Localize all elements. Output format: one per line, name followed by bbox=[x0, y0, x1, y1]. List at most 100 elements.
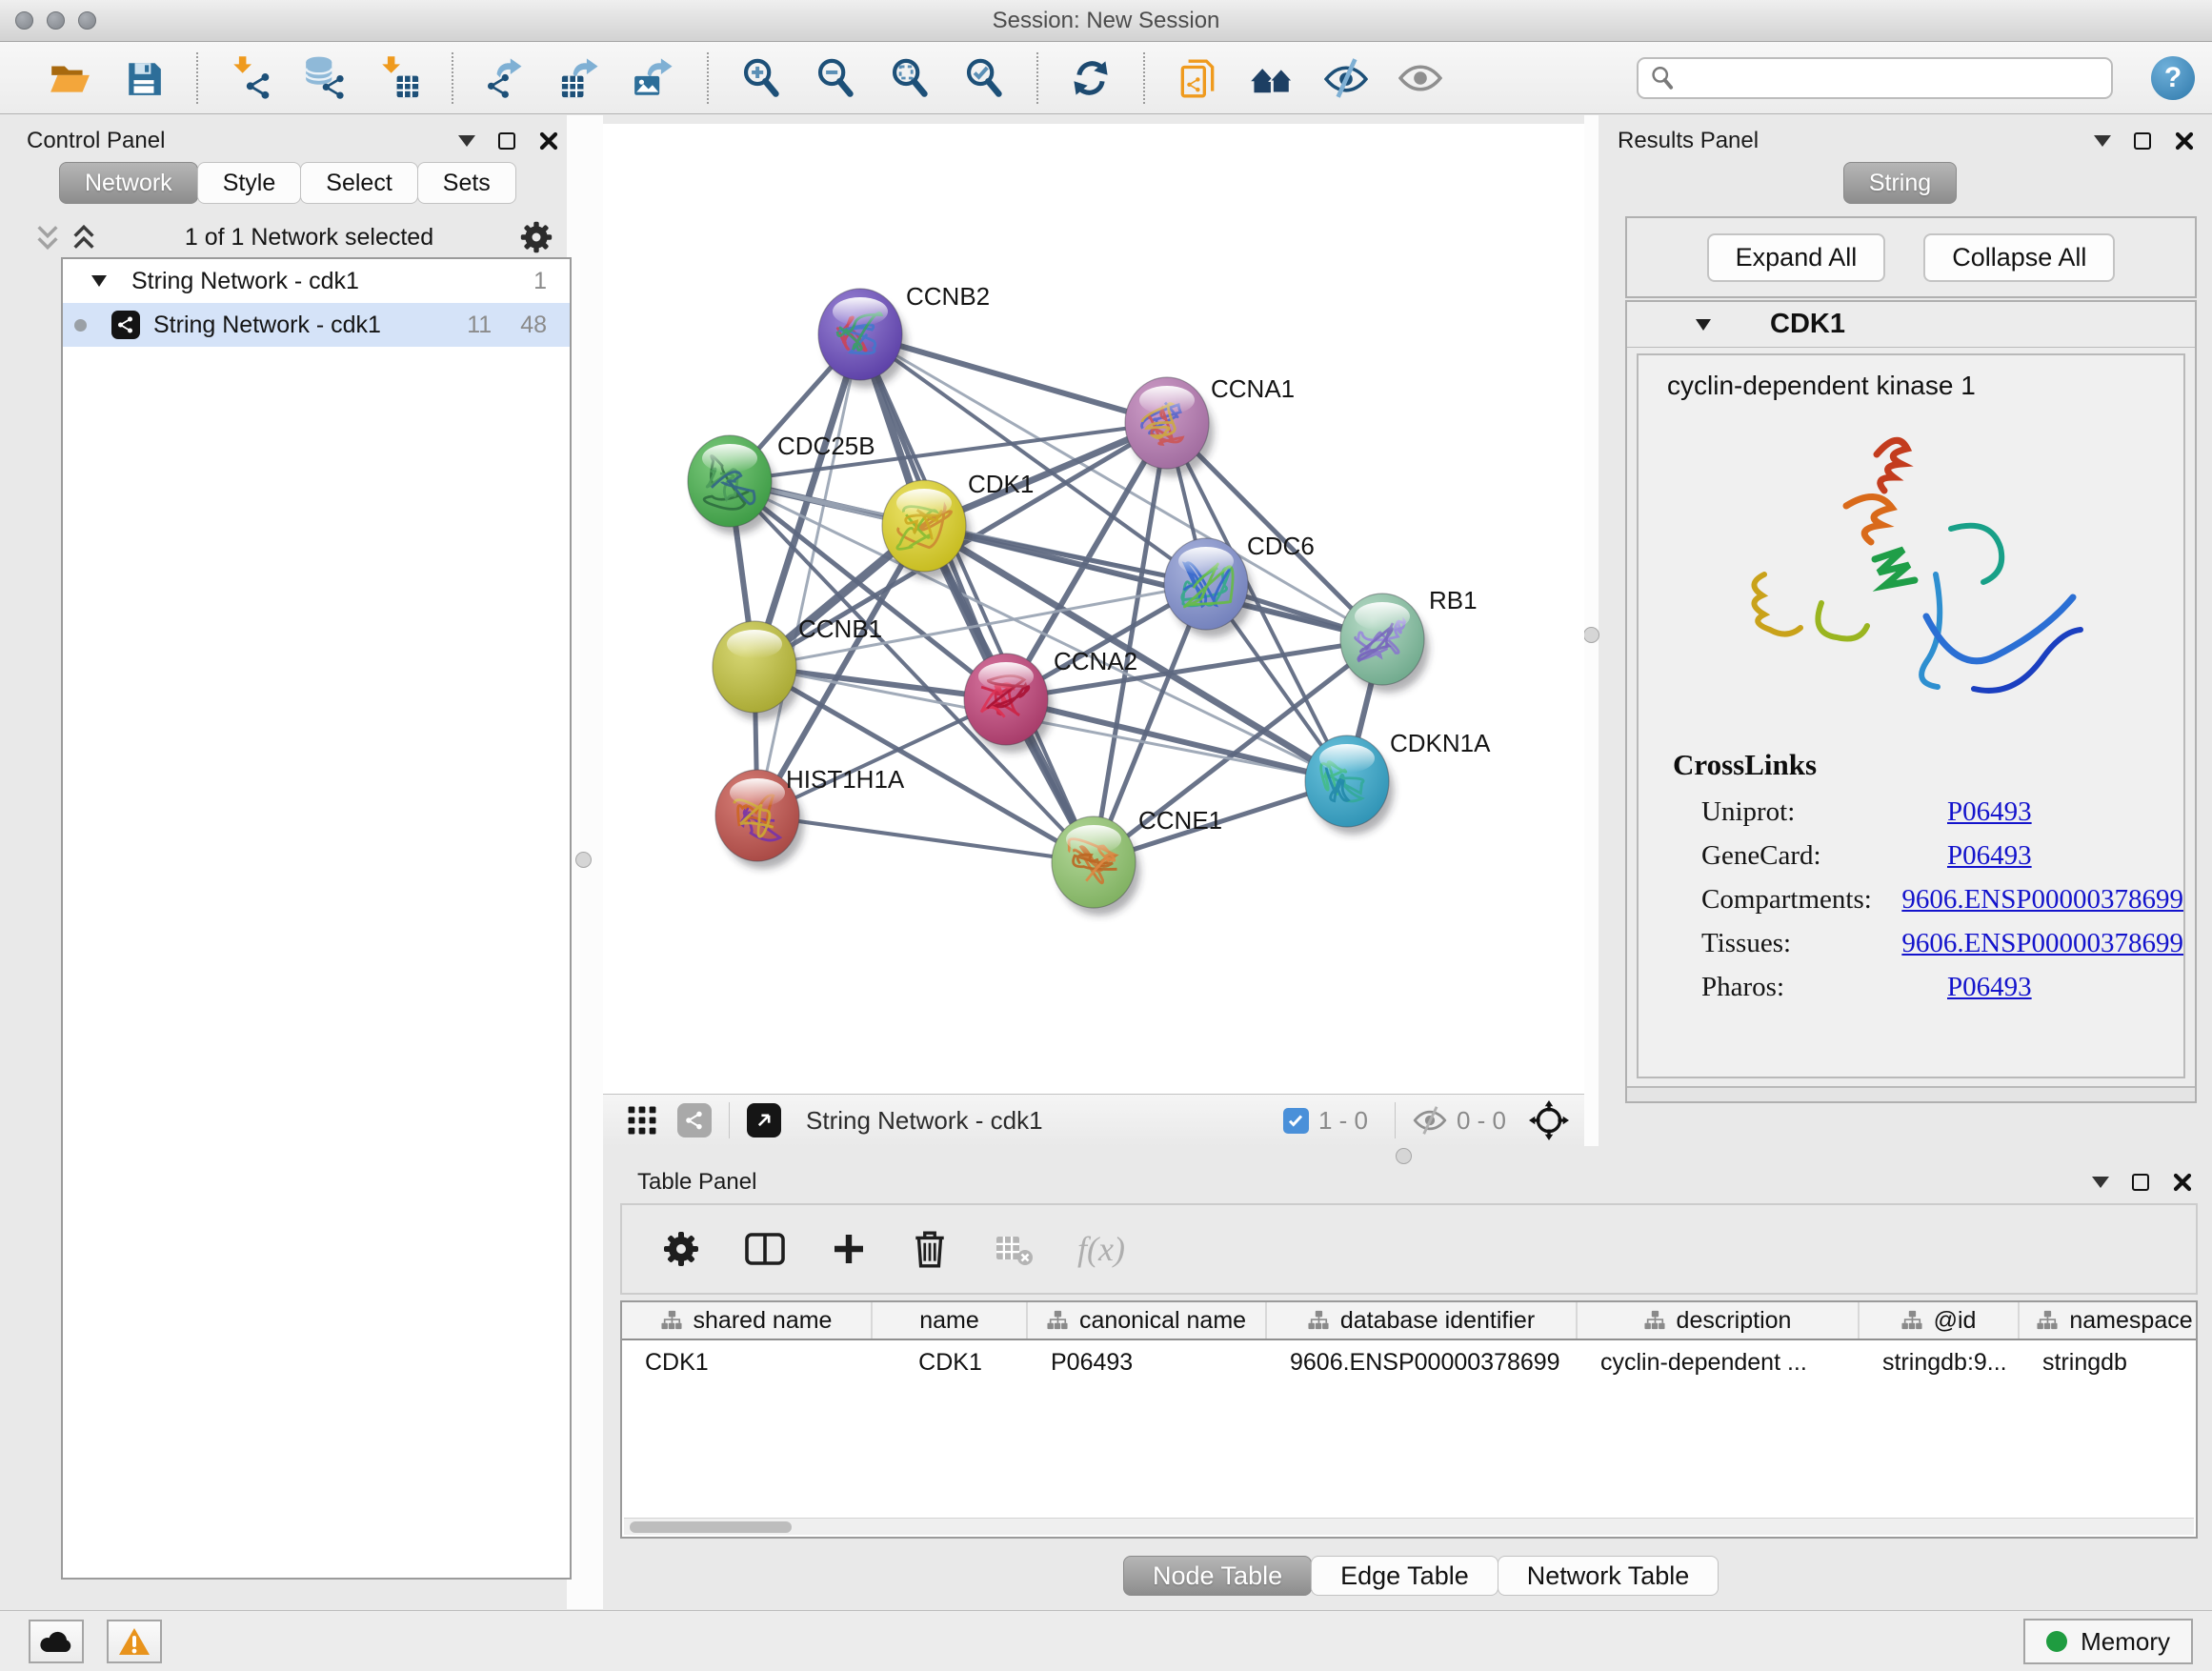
results-controls: Expand All Collapse All bbox=[1625, 216, 2197, 298]
export-table-button[interactable] bbox=[553, 49, 608, 108]
window-minimize-button[interactable] bbox=[47, 11, 65, 30]
hide-selected-button[interactable] bbox=[1318, 49, 1374, 108]
network-node-ccne1[interactable]: CCNE1 bbox=[1052, 806, 1222, 916]
zoom-selected-button[interactable] bbox=[956, 49, 1012, 108]
cell-name: CDK1 bbox=[873, 1349, 1028, 1377]
save-session-button[interactable] bbox=[116, 49, 171, 108]
column-header-description[interactable]: description bbox=[1578, 1302, 1860, 1339]
network-node-rb1[interactable]: RB1 bbox=[1340, 586, 1478, 693]
tab-style[interactable]: Style bbox=[197, 162, 302, 204]
function-builder-icon[interactable]: f(x) bbox=[1077, 1229, 1125, 1269]
table-options-gear-icon[interactable] bbox=[662, 1230, 700, 1268]
search-input[interactable] bbox=[1684, 65, 2100, 91]
crosslink-link[interactable]: 9606.ENSP00000378699 bbox=[1901, 884, 2183, 916]
column-header-canonical-name[interactable]: canonical name bbox=[1028, 1302, 1267, 1339]
open-session-button[interactable] bbox=[42, 49, 97, 108]
expand-all-networks-icon[interactable] bbox=[32, 222, 63, 252]
selected-count-icon[interactable] bbox=[1283, 1108, 1309, 1134]
collection-expand-icon[interactable] bbox=[91, 275, 107, 287]
column-header-id[interactable]: @id bbox=[1860, 1302, 2020, 1339]
grid-view-icon[interactable] bbox=[626, 1104, 658, 1137]
panel-menu-icon[interactable] bbox=[2094, 135, 2111, 147]
hidden-count-eye-icon[interactable] bbox=[1413, 1106, 1447, 1135]
node-label-cdkn1a: CDKN1A bbox=[1390, 729, 1491, 757]
import-network-from-file-button[interactable] bbox=[223, 49, 278, 108]
node-label-ccna2: CCNA2 bbox=[1054, 647, 1137, 675]
panel-menu-icon[interactable] bbox=[2092, 1177, 2109, 1188]
network-node-hist1h1a[interactable]: HIST1H1A bbox=[715, 765, 905, 869]
tab-network-table[interactable]: Network Table bbox=[1498, 1556, 1719, 1596]
tab-edge-table[interactable]: Edge Table bbox=[1311, 1556, 1498, 1596]
zoom-fit-button[interactable] bbox=[882, 49, 937, 108]
column-header-database-identifier[interactable]: database identifier bbox=[1267, 1302, 1578, 1339]
crosslink-link[interactable]: P06493 bbox=[1947, 796, 2032, 828]
network-node-ccna1[interactable]: CCNA1 bbox=[1125, 374, 1295, 476]
table-panel-tabs: Node TableEdge TableNetwork Table bbox=[1124, 1556, 1719, 1596]
export-network-button[interactable] bbox=[478, 49, 533, 108]
network-node-cdk1[interactable]: CDK1 bbox=[882, 470, 1034, 579]
crosslink-link[interactable]: P06493 bbox=[1947, 972, 2032, 1003]
expand-all-button[interactable]: Expand All bbox=[1707, 233, 1886, 282]
column-header-shared-name[interactable]: shared name bbox=[622, 1302, 873, 1339]
import-table-from-file-button[interactable] bbox=[372, 49, 427, 108]
show-columns-icon[interactable] bbox=[744, 1230, 786, 1268]
network-gallery-home-button[interactable] bbox=[1244, 49, 1299, 108]
refresh-view-button[interactable] bbox=[1063, 49, 1118, 108]
panel-close-icon[interactable] bbox=[538, 131, 559, 151]
panel-float-icon[interactable] bbox=[498, 132, 515, 150]
add-column-icon[interactable] bbox=[830, 1230, 868, 1268]
delete-column-trash-icon[interactable] bbox=[912, 1229, 948, 1269]
share-network-document-button[interactable] bbox=[1170, 49, 1225, 108]
tab-select[interactable]: Select bbox=[300, 162, 417, 204]
network-options-gear-icon[interactable] bbox=[519, 220, 553, 254]
column-header-name[interactable]: name bbox=[873, 1302, 1028, 1339]
tab-string[interactable]: String bbox=[1843, 162, 1957, 204]
collapse-all-networks-icon[interactable] bbox=[69, 222, 99, 252]
table-row[interactable]: CDK1CDK1P064939606.ENSP00000378699cyclin… bbox=[622, 1340, 2196, 1384]
zoom-in-button[interactable] bbox=[734, 49, 789, 108]
network-node-cdkn1a[interactable]: CDKN1A bbox=[1305, 729, 1491, 835]
crosslink-link[interactable]: 9606.ENSP00000378699 bbox=[1901, 928, 2183, 959]
network-node-ccnb2[interactable]: CCNB2 bbox=[818, 282, 990, 388]
panel-float-icon[interactable] bbox=[2134, 132, 2151, 150]
network-share-icon[interactable] bbox=[677, 1103, 712, 1137]
status-bar: Memory bbox=[0, 1610, 2212, 1671]
warnings-button[interactable] bbox=[107, 1620, 162, 1663]
network-canvas[interactable]: CCNB2CCNA1CDC25BCDK1CDC6RB1CCNB1CCNA2CDK… bbox=[603, 124, 1584, 1094]
network-node-ccnb1[interactable]: CCNB1 bbox=[713, 614, 882, 720]
results-scrollbar[interactable] bbox=[1627, 1086, 2195, 1101]
help-button[interactable]: ? bbox=[2151, 56, 2195, 100]
birdseye-view-icon[interactable] bbox=[747, 1103, 781, 1137]
cloud-status-button[interactable] bbox=[29, 1620, 84, 1663]
export-image-button[interactable] bbox=[627, 49, 682, 108]
right-splitter-handle[interactable] bbox=[1583, 627, 1599, 643]
network-collection-row[interactable]: String Network - cdk1 1 bbox=[63, 259, 570, 303]
gene-entry-header[interactable]: CDK1 bbox=[1627, 302, 2195, 348]
scrollbar-thumb[interactable] bbox=[630, 1521, 792, 1533]
network-tree: String Network - cdk1 1 String Network -… bbox=[61, 257, 572, 1580]
window-close-button[interactable] bbox=[15, 11, 33, 30]
window-zoom-button[interactable] bbox=[78, 11, 96, 30]
entry-collapse-icon[interactable] bbox=[1696, 319, 1711, 331]
left-splitter-handle[interactable] bbox=[575, 852, 592, 868]
panel-close-icon[interactable] bbox=[2174, 131, 2195, 151]
memory-button[interactable]: Memory bbox=[2023, 1619, 2193, 1664]
crosslink-link[interactable]: P06493 bbox=[1947, 840, 2032, 872]
save-floppy-icon bbox=[124, 58, 164, 98]
zoom-out-button[interactable] bbox=[808, 49, 863, 108]
panel-close-icon[interactable] bbox=[2172, 1172, 2193, 1193]
collapse-all-button[interactable]: Collapse All bbox=[1923, 233, 2115, 282]
tab-network[interactable]: Network bbox=[59, 162, 198, 204]
tab-node-table[interactable]: Node Table bbox=[1123, 1556, 1312, 1596]
network-row[interactable]: String Network - cdk1 11 48 bbox=[63, 303, 570, 347]
column-header-namespace[interactable]: namespace bbox=[2020, 1302, 2210, 1339]
tab-sets[interactable]: Sets bbox=[417, 162, 516, 204]
import-network-from-database-button[interactable] bbox=[297, 49, 352, 108]
panel-float-icon[interactable] bbox=[2132, 1174, 2149, 1191]
edge-hist1h1a-ccne1[interactable] bbox=[757, 815, 1094, 862]
delete-table-icon[interactable] bbox=[992, 1232, 1034, 1266]
network-node-cdc6[interactable]: CDC6 bbox=[1164, 532, 1315, 637]
panel-menu-icon[interactable] bbox=[458, 135, 475, 147]
fit-selected-crosshair-icon[interactable] bbox=[1529, 1100, 1569, 1140]
show-all-button[interactable] bbox=[1393, 49, 1448, 108]
